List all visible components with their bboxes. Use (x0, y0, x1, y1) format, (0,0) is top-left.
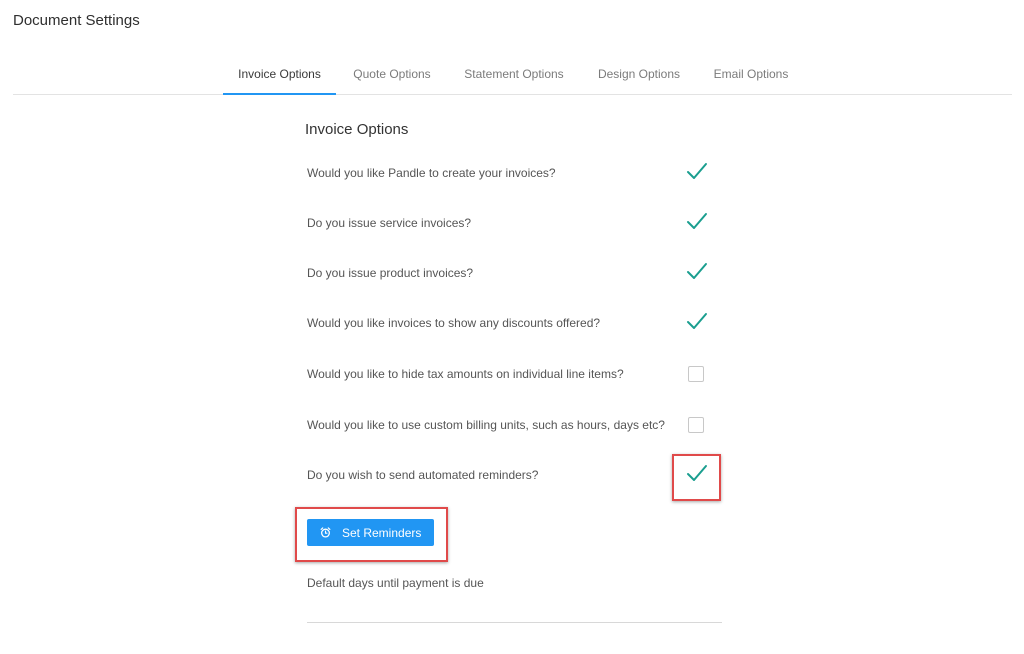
option-checkbox-unchecked[interactable] (685, 414, 709, 438)
option-checkbox-checked[interactable] (685, 162, 709, 186)
option-checkbox-checked[interactable] (685, 464, 709, 488)
checkmark-icon (687, 263, 707, 279)
alarm-clock-icon (320, 527, 331, 541)
option-label: Do you issue service invoices? (307, 216, 472, 230)
checkmark-icon (687, 213, 707, 229)
option-checkbox-checked[interactable] (685, 312, 709, 336)
option-checkbox-unchecked[interactable] (685, 363, 709, 387)
checkmark-icon (687, 465, 707, 481)
checkmark-icon (687, 163, 707, 179)
option-label: Would you like Pandle to create your inv… (307, 166, 556, 180)
option-checkbox-checked[interactable] (685, 262, 709, 286)
option-label: Do you wish to send automated reminders? (307, 468, 539, 482)
section-title: Invoice Options (305, 121, 409, 138)
option-label: Would you like to hide tax amounts on in… (307, 367, 624, 381)
default-days-input[interactable] (307, 600, 722, 623)
option-row: Do you issue service invoices? (307, 212, 717, 236)
empty-checkbox-icon (688, 417, 704, 433)
option-label: Would you like invoices to show any disc… (307, 316, 601, 330)
tab-invoice-options[interactable]: Invoice Options (223, 56, 336, 95)
option-row: Would you like invoices to show any disc… (307, 312, 717, 336)
option-row: Do you issue product invoices? (307, 262, 717, 286)
option-checkbox-checked[interactable] (685, 212, 709, 236)
tab-design-options[interactable]: Design Options (588, 56, 690, 94)
set-reminders-label: Set Reminders (342, 526, 422, 540)
tab-email-options[interactable]: Email Options (701, 56, 801, 94)
page-title: Document Settings (13, 12, 140, 29)
document-settings-page: Document Settings Invoice Options Quote … (0, 0, 1024, 654)
option-row: Would you like to use custom billing uni… (307, 414, 717, 438)
default-days-label: Default days until payment is due (307, 576, 484, 590)
tab-quote-options[interactable]: Quote Options (342, 56, 442, 94)
empty-checkbox-icon (688, 366, 704, 382)
tab-bar: Invoice Options Quote Options Statement … (13, 56, 1012, 95)
checkmark-icon (687, 313, 707, 329)
tab-statement-options[interactable]: Statement Options (453, 56, 575, 94)
option-label: Do you issue product invoices? (307, 266, 474, 280)
set-reminders-button[interactable]: Set Reminders (307, 519, 434, 546)
option-row: Do you wish to send automated reminders? (307, 464, 717, 488)
option-label: Would you like to use custom billing uni… (307, 418, 665, 432)
option-row: Would you like to hide tax amounts on in… (307, 363, 717, 387)
option-row: Would you like Pandle to create your inv… (307, 162, 717, 186)
